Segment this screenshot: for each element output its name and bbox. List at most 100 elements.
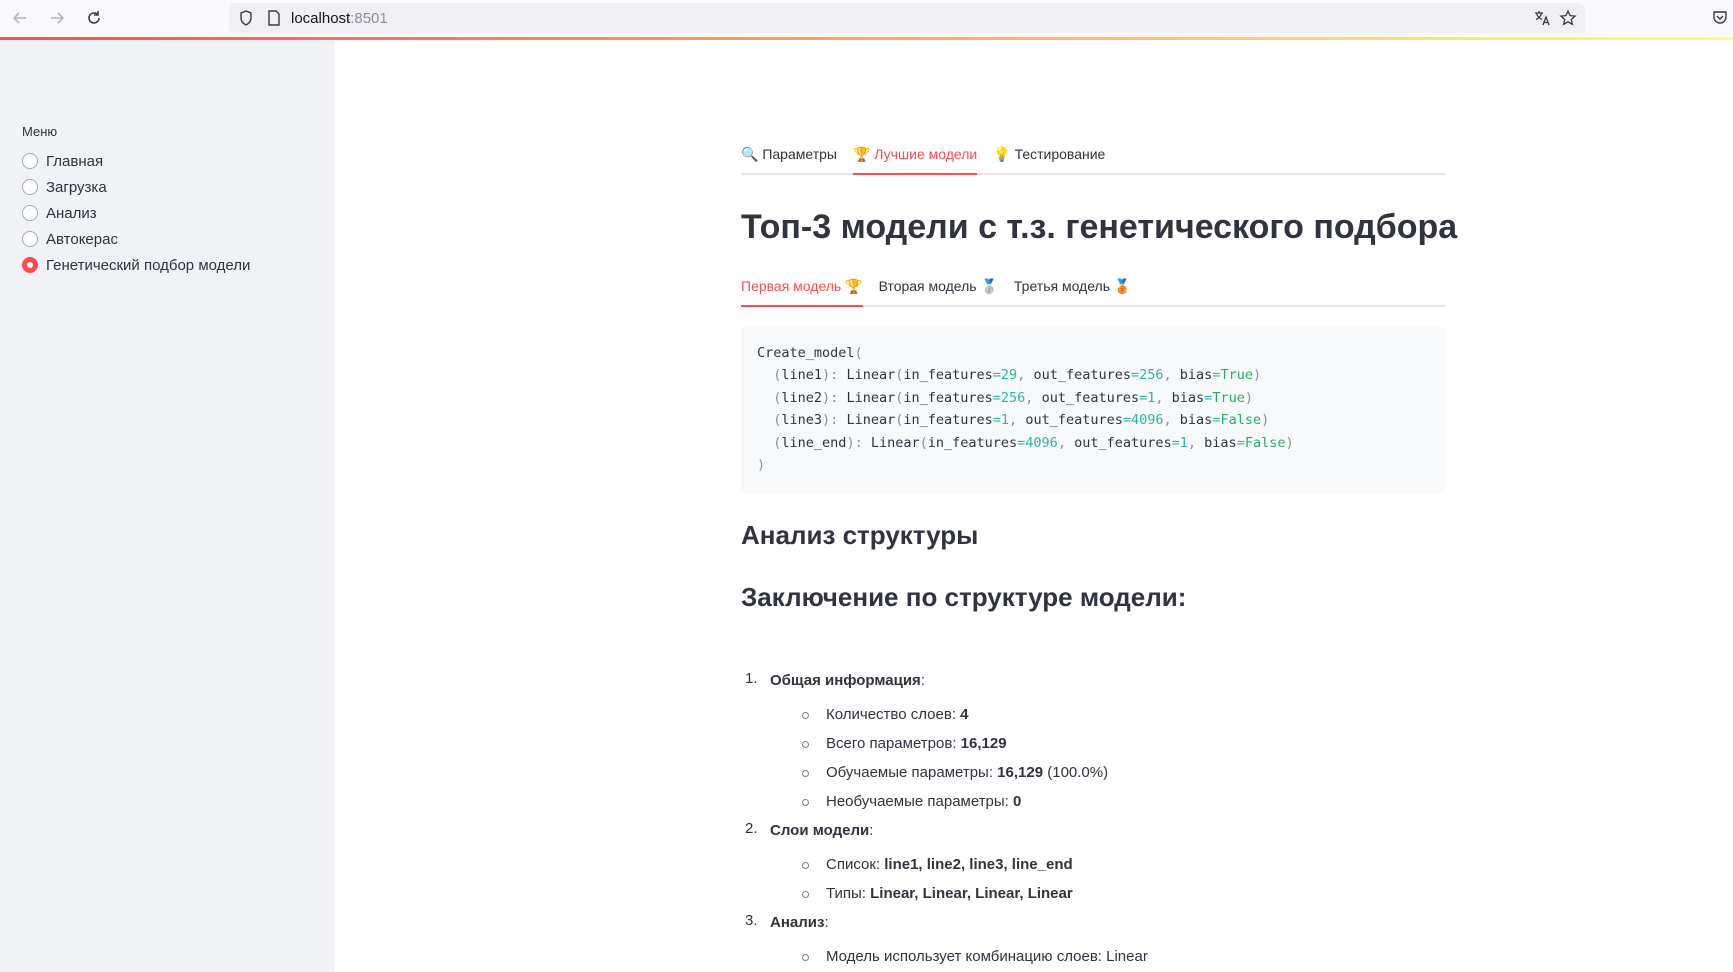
- code-layers: (line1): Linear(in_features=29, out_feat…: [757, 364, 1429, 454]
- in-features-value: 1: [1000, 412, 1010, 429]
- back-arrow-icon: [12, 12, 26, 24]
- bookmark-star-icon[interactable]: [1559, 9, 1577, 27]
- item-value: line1, line2, line3, line_end: [884, 856, 1073, 873]
- tab-first-model[interactable]: Первая модель 🏆: [741, 278, 863, 307]
- menu-item-analysis[interactable]: Анализ: [22, 200, 250, 226]
- item-label: Список:: [826, 856, 885, 873]
- section-head: Анализ:: [770, 912, 1445, 940]
- tab-parameters[interactable]: 🔍 Параметры: [741, 146, 837, 173]
- back-button[interactable]: [8, 6, 32, 30]
- code-punc: ,: [1057, 434, 1075, 451]
- bias-value: True: [1212, 389, 1245, 406]
- code-key: in_features: [903, 389, 993, 406]
- code-line: (line_end): Linear(in_features=4096, out…: [757, 432, 1429, 454]
- url-text[interactable]: localhost:8501: [291, 10, 388, 27]
- layer-type: Linear: [846, 412, 896, 429]
- code-punc: ,: [1155, 389, 1172, 406]
- address-bar[interactable]: localhost:8501: [229, 3, 1585, 33]
- lightbulb-icon: 💡: [993, 147, 1011, 163]
- top-tabs: 🔍 Параметры 🏆 Лучшие модели 💡 Тестирован…: [741, 146, 1445, 175]
- menu-item-genetic[interactable]: Генетический подбор модели: [22, 252, 250, 278]
- code-punc: (: [854, 345, 863, 361]
- tab-label: Параметры: [762, 146, 837, 162]
- item-value: 16,129: [997, 764, 1044, 781]
- tab-third-model[interactable]: Третья модель 🥉: [1014, 278, 1131, 305]
- code-line: (line3): Linear(in_features=1, out_featu…: [757, 409, 1429, 431]
- section-colon: :: [869, 822, 874, 839]
- item-label: Типы:: [826, 885, 871, 902]
- code-key: in_features: [903, 367, 993, 384]
- menu-radio-group: Главная Загрузка Анализ Автокерас Генети…: [22, 148, 250, 278]
- url-host: localhost: [291, 10, 351, 27]
- section-number: 2.: [745, 820, 758, 837]
- out-features-value: 1: [1179, 434, 1188, 451]
- list-item: Всего параметров: 16,129: [798, 733, 1445, 762]
- trophy-icon: 🏆: [852, 147, 871, 163]
- item-value: 16,129: [960, 735, 1007, 752]
- bias-value: True: [1220, 367, 1253, 384]
- list-item: Модель использует комбинацию слоев: Line…: [798, 946, 1445, 972]
- code-eq: =: [992, 412, 1001, 429]
- code-punc: ,: [1009, 412, 1026, 429]
- code-punc: ,: [1163, 412, 1180, 429]
- forward-arrow-icon: [51, 12, 65, 24]
- tab-label: Вторая модель: [878, 278, 977, 294]
- code-header: Create_model: [757, 345, 855, 361]
- menu-item-main[interactable]: Главная: [22, 148, 250, 174]
- pocket-icon[interactable]: [1711, 9, 1729, 27]
- menu-item-upload[interactable]: Загрузка: [22, 174, 250, 200]
- conclusion-heading: Заключение по структуре модели:: [741, 582, 1187, 612]
- code-key: out_features: [1033, 367, 1131, 384]
- code-key: bias: [1204, 434, 1237, 451]
- item-label: Всего параметров:: [826, 735, 961, 752]
- section-item: 2. Слои модели: Список: line1, line2, line…: [741, 820, 1445, 912]
- tab-testing[interactable]: 💡 Тестирование: [993, 146, 1105, 173]
- code-key: out_features: [1025, 412, 1123, 429]
- bias-value: False: [1220, 412, 1262, 429]
- code-punc: ): [1285, 434, 1294, 451]
- code-punc: ):: [822, 367, 847, 384]
- magnifier-icon: 🔍: [741, 147, 759, 163]
- trophy-icon: 🏆: [845, 279, 863, 295]
- tab-second-model[interactable]: Вторая модель 🥈: [879, 278, 998, 305]
- tab-best-models[interactable]: 🏆 Лучшие модели: [852, 146, 978, 175]
- out-features-value: 256: [1139, 367, 1164, 384]
- layer-type: Linear: [846, 389, 896, 406]
- url-port: :8501: [350, 10, 388, 27]
- code-punc: ): [1252, 367, 1262, 384]
- model-tabs: Первая модель 🏆 Вторая модель 🥈 Третья м…: [741, 278, 1445, 307]
- list-item: Обучаемые параметры: 16,129 (100.0%): [798, 762, 1445, 791]
- code-key: out_features: [1041, 389, 1140, 406]
- code-eq: =: [1130, 367, 1140, 384]
- code-punc: ):: [822, 412, 847, 429]
- section-number: 3.: [745, 912, 758, 929]
- in-features-value: 256: [1000, 389, 1026, 406]
- section-item: 3. Анализ: Модель использует комбинацию сл…: [741, 912, 1445, 972]
- code-eq: =: [1122, 412, 1131, 429]
- section-bullets: Модель использует комбинацию слоев: Line…: [770, 946, 1445, 972]
- list-item: Типы: Linear, Linear, Linear, Linear: [798, 883, 1445, 912]
- layer-type: Linear: [870, 434, 920, 451]
- translate-icon[interactable]: [1533, 9, 1551, 27]
- forward-button[interactable]: [45, 6, 69, 30]
- code-punc: ):: [846, 434, 871, 451]
- reload-button[interactable]: [82, 6, 106, 30]
- menu-item-label: Автокерас: [46, 230, 118, 248]
- menu-item-autokeras[interactable]: Автокерас: [22, 226, 250, 252]
- bronze-medal-icon: 🥉: [1113, 279, 1132, 295]
- layer-name: line2: [781, 389, 823, 406]
- section-title: Анализ: [770, 914, 825, 931]
- section-bullets: Количество слоев: 4 Всего параметров: 16,…: [770, 704, 1445, 820]
- shield-icon[interactable]: [237, 9, 255, 27]
- radio-unchecked-icon: [22, 205, 38, 221]
- radio-unchecked-icon: [22, 179, 38, 195]
- section-number: 1.: [745, 670, 758, 687]
- code-punc: ,: [1017, 367, 1034, 384]
- code-eq: =: [1236, 434, 1245, 451]
- code-key: bias: [1179, 367, 1213, 384]
- in-features-value: 4096: [1025, 434, 1058, 451]
- item-extra: (100.0%): [1043, 764, 1109, 781]
- code-eq: =: [992, 389, 1001, 406]
